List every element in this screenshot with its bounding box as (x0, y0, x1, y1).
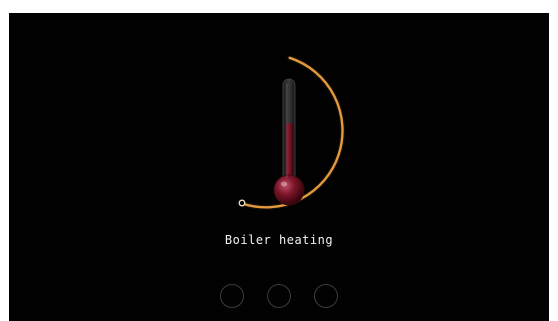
thermometer-icon (273, 78, 305, 206)
heating-gauge (238, 55, 345, 210)
page-indicator-dot-3[interactable] (314, 284, 338, 308)
progress-arc-end-marker (238, 199, 246, 207)
status-label: Boiler heating (224, 233, 334, 247)
page-indicator-dot-1[interactable] (220, 284, 244, 308)
page-indicator-dot-2[interactable] (267, 284, 291, 308)
device-frame: Boiler heating (0, 0, 558, 321)
boiler-screen: Boiler heating (9, 13, 549, 321)
page-indicators (9, 284, 549, 308)
